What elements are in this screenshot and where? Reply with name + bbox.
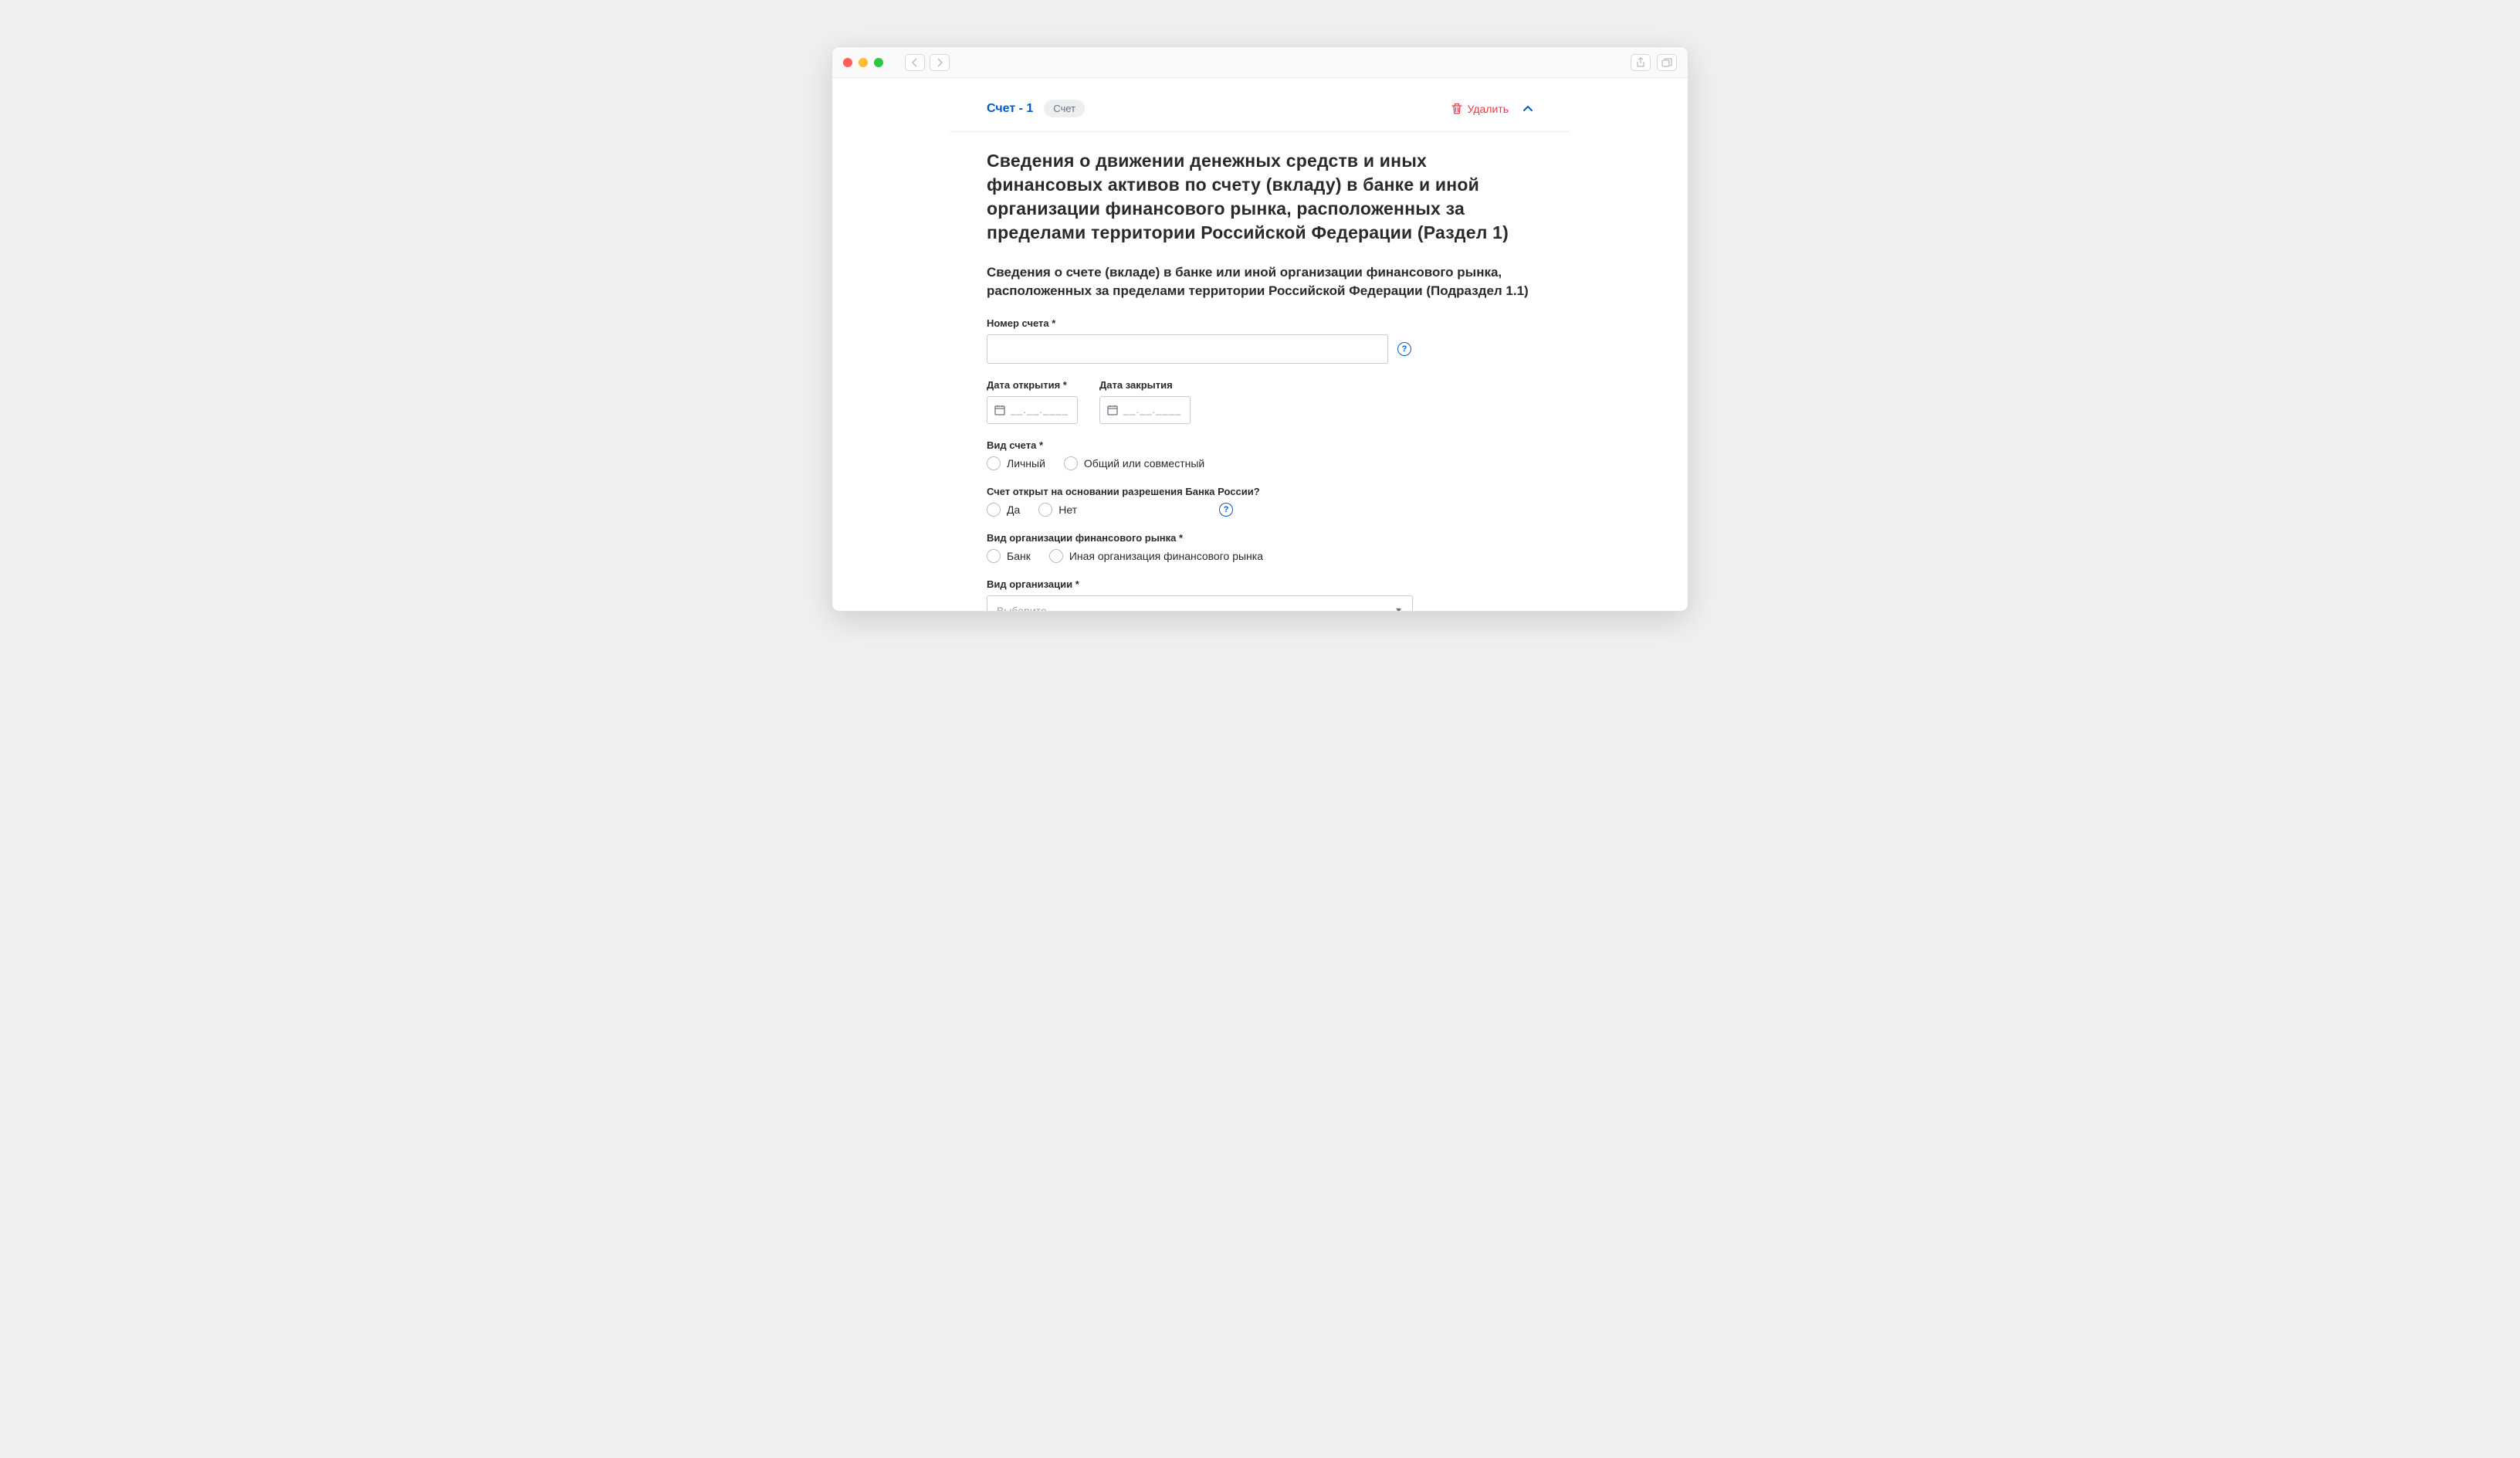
close-date-input[interactable]: __.__.____ xyxy=(1099,396,1191,424)
nav-back-button[interactable] xyxy=(905,54,925,71)
close-date-label: Дата закрытия xyxy=(1099,379,1191,391)
app-window: Счет - 1 Счет Удалить Сведения о движени… xyxy=(832,46,1688,612)
org-market-type-label: Вид организации финансового рынка * xyxy=(987,532,1533,544)
radio-no-label: Нет xyxy=(1058,504,1077,516)
radio-personal[interactable]: Личный xyxy=(987,456,1045,470)
radio-icon xyxy=(987,503,1001,517)
field-org-type: Вид организации * Выберите ▼ xyxy=(987,578,1533,611)
radio-bank-label: Банк xyxy=(1007,550,1031,562)
help-icon[interactable]: ? xyxy=(1397,342,1411,356)
card-title: Счет - 1 xyxy=(987,102,1033,116)
traffic-lights xyxy=(843,58,883,67)
open-date-input[interactable]: __.__.____ xyxy=(987,396,1078,424)
org-type-placeholder: Выберите xyxy=(997,605,1047,611)
field-account-type: Вид счета * Личный Общий или совместный xyxy=(987,439,1533,470)
form-body: Сведения о движении денежных средств и и… xyxy=(950,132,1570,611)
radio-other-org[interactable]: Иная организация финансового рынка xyxy=(1049,549,1263,563)
card-header-actions: Удалить xyxy=(1451,103,1533,115)
card-tag: Счет xyxy=(1044,100,1085,117)
maximize-window-icon[interactable] xyxy=(874,58,883,67)
radio-icon xyxy=(1049,549,1063,563)
collapse-toggle[interactable] xyxy=(1522,105,1533,113)
calendar-icon xyxy=(1106,404,1119,416)
radio-other-org-label: Иная организация финансового рынка xyxy=(1069,550,1263,562)
account-type-label: Вид счета * xyxy=(987,439,1533,451)
field-dates: Дата открытия * __.__.____ Дата закрытия… xyxy=(987,379,1533,424)
content-area: Счет - 1 Счет Удалить Сведения о движени… xyxy=(832,78,1688,611)
open-date-label: Дата открытия * xyxy=(987,379,1078,391)
titlebar-right-icons xyxy=(1631,54,1677,71)
field-bank-permission: Счет открыт на основании разрешения Банк… xyxy=(987,486,1533,517)
help-icon[interactable]: ? xyxy=(1219,503,1233,517)
delete-label: Удалить xyxy=(1468,103,1509,115)
sub-heading: Сведения о счете (вкладе) в банке или ин… xyxy=(987,263,1533,300)
field-account-number: Номер счета * ? xyxy=(987,317,1533,364)
trash-icon xyxy=(1451,103,1463,115)
tabs-button[interactable] xyxy=(1657,54,1677,71)
close-window-icon[interactable] xyxy=(843,58,852,67)
calendar-icon xyxy=(994,404,1006,416)
field-org-market-type: Вид организации финансового рынка * Банк… xyxy=(987,532,1533,563)
radio-joint[interactable]: Общий или совместный xyxy=(1064,456,1204,470)
radio-no[interactable]: Нет xyxy=(1038,503,1077,517)
radio-yes[interactable]: Да xyxy=(987,503,1020,517)
nav-forward-button[interactable] xyxy=(930,54,950,71)
account-number-label: Номер счета * xyxy=(987,317,1533,329)
chevron-down-icon: ▼ xyxy=(1394,606,1403,611)
main-heading: Сведения о движении денежных средств и и… xyxy=(987,149,1533,245)
nav-arrows xyxy=(905,54,950,71)
close-date-placeholder: __.__.____ xyxy=(1123,404,1181,415)
account-number-input[interactable] xyxy=(987,334,1388,364)
delete-button[interactable]: Удалить xyxy=(1451,103,1509,115)
form-page: Счет - 1 Счет Удалить Сведения о движени… xyxy=(950,78,1570,611)
radio-icon xyxy=(987,549,1001,563)
radio-icon xyxy=(1038,503,1052,517)
radio-icon xyxy=(1064,456,1078,470)
open-date-placeholder: __.__.____ xyxy=(1011,404,1069,415)
bank-permission-label: Счет открыт на основании разрешения Банк… xyxy=(987,486,1533,497)
radio-personal-label: Личный xyxy=(1007,457,1045,470)
radio-yes-label: Да xyxy=(1007,504,1020,516)
titlebar xyxy=(832,47,1688,78)
share-button[interactable] xyxy=(1631,54,1651,71)
org-type-select[interactable]: Выберите ▼ xyxy=(987,595,1413,611)
radio-joint-label: Общий или совместный xyxy=(1084,457,1204,470)
card-header: Счет - 1 Счет Удалить xyxy=(950,78,1570,131)
radio-icon xyxy=(987,456,1001,470)
minimize-window-icon[interactable] xyxy=(859,58,868,67)
radio-bank[interactable]: Банк xyxy=(987,549,1031,563)
org-type-label: Вид организации * xyxy=(987,578,1533,590)
chevron-up-icon xyxy=(1522,105,1533,113)
